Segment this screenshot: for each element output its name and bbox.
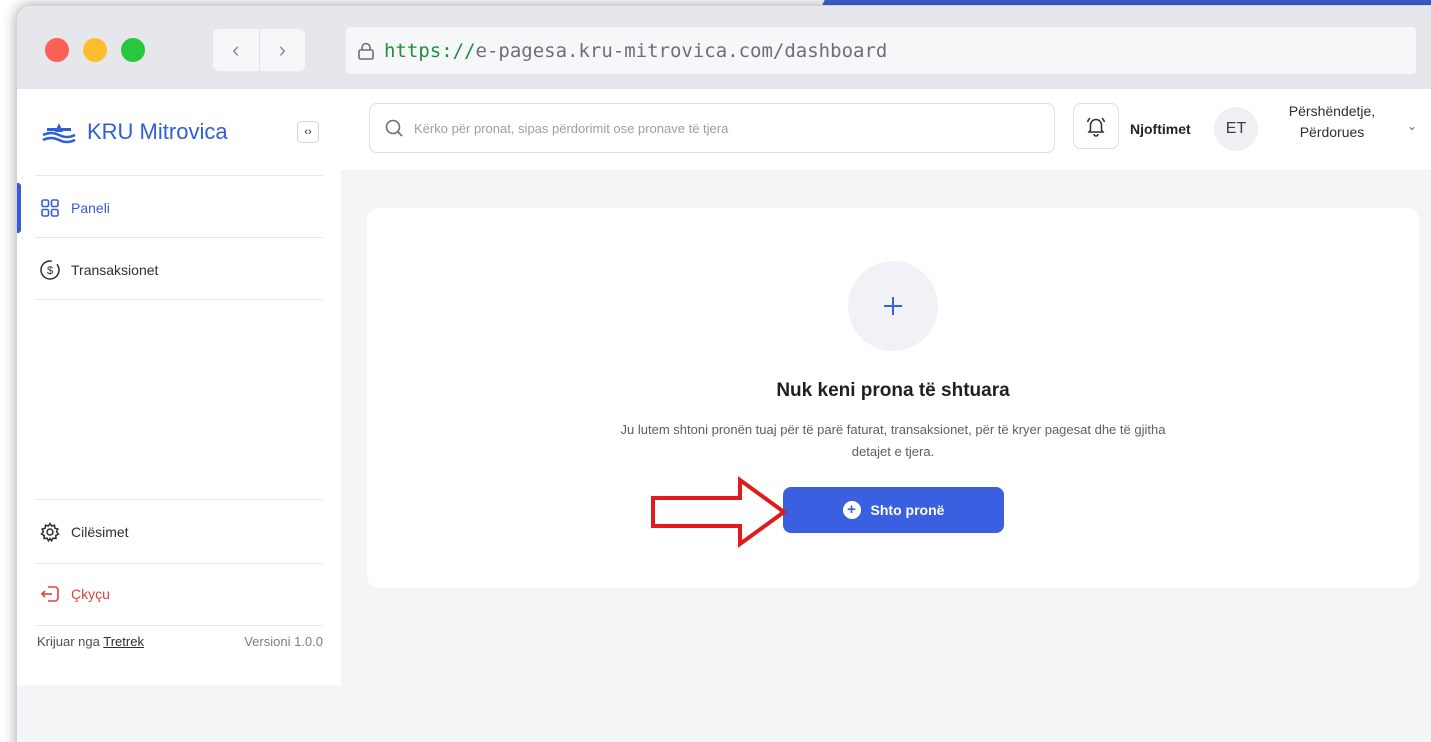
plus-circle-icon: + (842, 501, 861, 519)
sidebar-divider (35, 175, 323, 176)
notifications-button[interactable] (1073, 103, 1119, 149)
url-path: e-pagesa.kru-mitrovica.com/dashboard (475, 39, 888, 62)
logo-row: KRU Mitrovica ‹› (41, 111, 325, 153)
settings-label: Cilësimet (71, 524, 129, 540)
address-bar[interactable]: https://e-pagesa.kru-mitrovica.com/dashb… (346, 27, 1416, 74)
sidebar-divider (35, 625, 323, 626)
empty-state-description: Ju lutem shtoni pronën tuaj për të parë … (620, 422, 1166, 459)
username: Përdorues (1299, 124, 1365, 140)
kru-logo-icon (42, 123, 76, 144)
sidebar-item-label: Transaksionet (71, 262, 159, 278)
version-label: Versioni 1.0.0 (244, 634, 323, 649)
sidebar-item-transaksionet[interactable]: $ Transaksionet (17, 239, 341, 301)
window-maximize-button[interactable] (121, 38, 145, 62)
logo-text: KRU Mitrovica (87, 119, 228, 144)
dollar-circle-icon: $ (39, 259, 61, 281)
window-close-button[interactable] (45, 38, 69, 62)
chevron-right-icon: › (278, 37, 286, 62)
notifications-label[interactable]: Njoftimet (1130, 121, 1191, 137)
avatar[interactable]: ET (1214, 107, 1258, 151)
add-property-label: Shto pronë (870, 502, 945, 518)
credits: Krijuar nga Tretrek (37, 634, 144, 649)
sidebar-footer: Krijuar nga Tretrek Versioni 1.0.0 (37, 634, 323, 649)
lock-icon (358, 42, 374, 60)
plus-icon (884, 297, 902, 315)
svg-text:$: $ (47, 265, 53, 277)
sidebar: KRU Mitrovica ‹› Paneli $ Transaksionet (17, 89, 341, 685)
window-minimize-button[interactable] (83, 38, 107, 62)
company-link[interactable]: Tretrek (103, 634, 144, 649)
sidebar-divider (35, 299, 323, 300)
url-protocol: https:// (384, 39, 476, 62)
chevron-down-icon[interactable]: ⌄ (1407, 119, 1417, 133)
search-icon (385, 119, 403, 137)
search-input[interactable]: Kërko për pronat, sipas përdorimit ose p… (369, 103, 1055, 153)
code-brackets-icon: ‹› (304, 126, 312, 138)
search-placeholder: Kërko për pronat, sipas përdorimit ose p… (414, 120, 729, 136)
sidebar-divider (35, 237, 323, 238)
browser-window: ‹ › https://e-pagesa.kru-mitrovica.com/d… (16, 5, 1431, 742)
screenshot-stage: ‹ › https://e-pagesa.kru-mitrovica.com/d… (0, 0, 1431, 742)
sidebar-collapse-button[interactable]: ‹› (297, 121, 319, 143)
browser-chrome: ‹ › https://e-pagesa.kru-mitrovica.com/d… (17, 6, 1431, 89)
sidebar-item-label: Paneli (71, 200, 110, 216)
logout-icon (39, 583, 61, 605)
gear-icon (39, 521, 61, 543)
forward-button[interactable]: › (259, 29, 305, 71)
add-property-circle[interactable] (848, 261, 938, 351)
bell-icon (1086, 117, 1106, 137)
dashboard-grid-icon (39, 197, 61, 219)
topbar: Kërko për pronat, sipas përdorimit ose p… (341, 89, 1431, 171)
add-property-button[interactable]: + Shto pronë (783, 487, 1004, 533)
app-area: KRU Mitrovica ‹› Paneli $ Transaksionet (17, 89, 1431, 742)
sidebar-item-paneli[interactable]: Paneli (17, 177, 341, 239)
annotation-arrow-icon (651, 476, 788, 548)
empty-state-title: Nuk keni prona të shtuara (776, 380, 1010, 401)
greeting-line: Përshëndetje, (1288, 103, 1376, 119)
history-nav: ‹ › (213, 29, 305, 71)
chevron-left-icon: ‹ (232, 37, 240, 62)
logout-label: Çkyçu (71, 586, 110, 602)
empty-state-card: Nuk keni prona të shtuara Ju lutem shton… (367, 208, 1419, 588)
back-button[interactable]: ‹ (213, 29, 259, 71)
user-greeting[interactable]: Përshëndetje, Përdorues (1276, 101, 1388, 143)
logout-button[interactable]: Çkyçu (17, 563, 341, 625)
sidebar-item-cilesimet[interactable]: Cilësimet (17, 501, 341, 563)
sidebar-divider (35, 499, 323, 500)
credits-prefix: Krijuar nga (37, 634, 100, 649)
